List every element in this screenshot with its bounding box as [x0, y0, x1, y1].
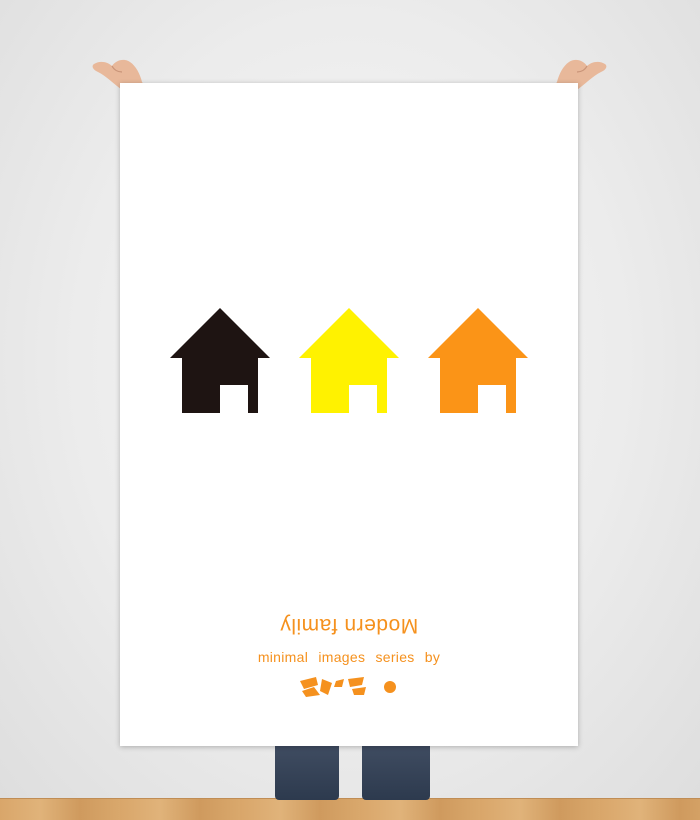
- person-leg-left: [275, 746, 339, 800]
- wooden-floor: [0, 798, 700, 820]
- poster: Modern family minimal images series by: [120, 83, 578, 746]
- abstract-logo-icon: [300, 677, 396, 697]
- poster-title: Modern family: [279, 614, 419, 637]
- poster-subtitle: minimal images series by: [257, 649, 441, 665]
- house-black-icon: [170, 308, 270, 413]
- house-yellow-icon: [299, 308, 399, 413]
- house-orange-icon: [428, 308, 528, 413]
- person-leg-right: [362, 746, 430, 800]
